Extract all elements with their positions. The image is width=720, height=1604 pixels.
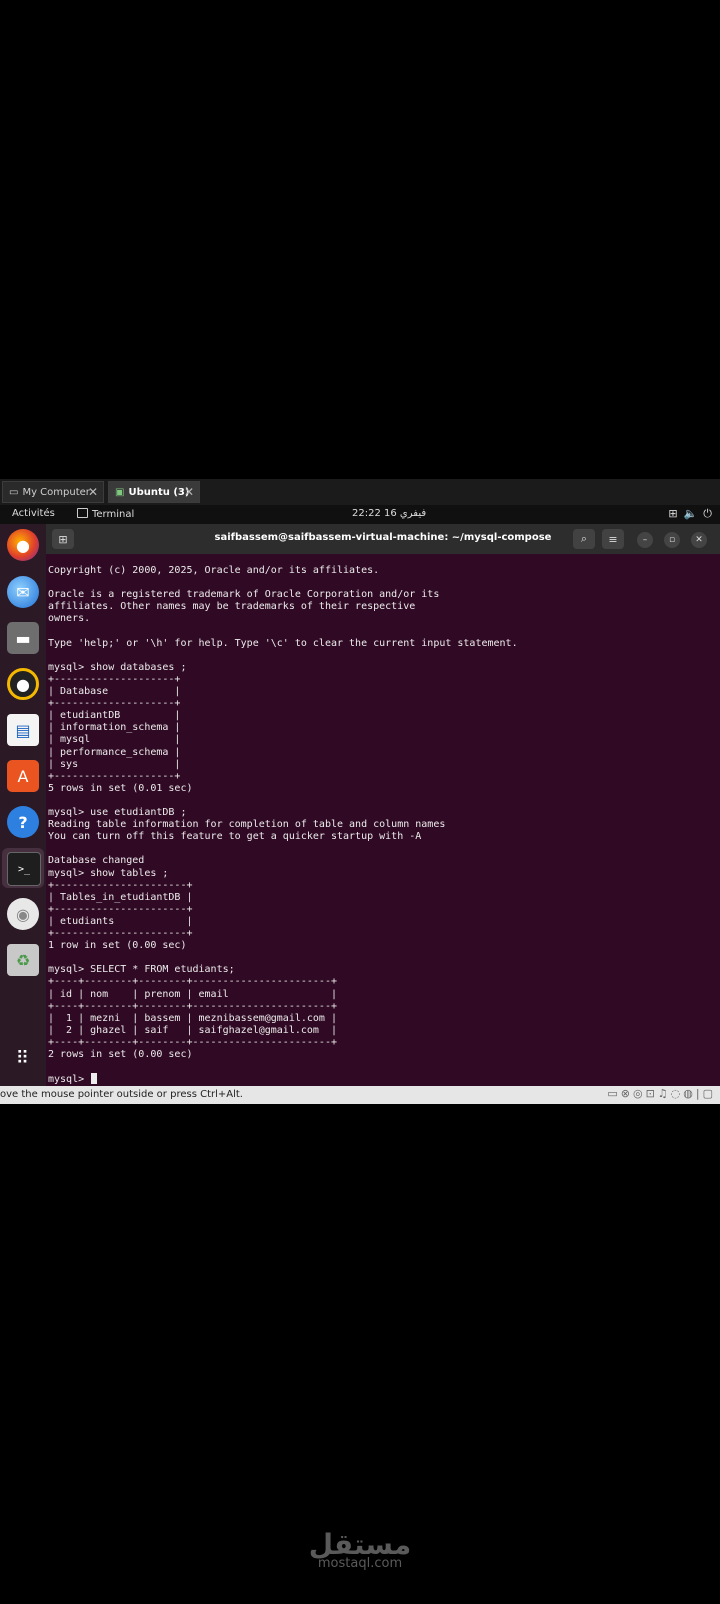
terminal-line: +--------------------+ xyxy=(48,770,181,782)
terminal-line: +----------------------+ xyxy=(48,879,193,891)
terminal-line: +----------------------+ xyxy=(48,903,193,915)
thunderbird-icon[interactable]: ✉ xyxy=(7,576,39,608)
terminal-line: +----------------------+ xyxy=(48,928,193,939)
app-menu[interactable]: Terminal xyxy=(77,508,134,520)
message-log-icon: ▢ xyxy=(702,1087,716,1100)
firefox-icon[interactable]: ● xyxy=(7,529,39,561)
vm-tab-bar: ▭ My Computer ✕ ▣ Ubuntu (3) ✕ xyxy=(0,479,720,505)
rhythmbox-icon[interactable]: ● xyxy=(7,668,39,700)
terminal-line: mysql> show databases ; xyxy=(48,661,187,673)
network-adapter-icon: ⊗ xyxy=(620,1087,633,1100)
volume-icon: 🔈 xyxy=(683,507,704,520)
terminal-line: | sys | xyxy=(48,758,181,770)
terminal-line: | 1 | mezni | bassem | meznibassem@gmail… xyxy=(48,1012,337,1024)
gnome-top-bar: Activités Terminal 22:22 فيفري 16 ⊞🔈⏻ xyxy=(0,505,720,524)
text-cursor xyxy=(91,1073,98,1085)
app-center-icon[interactable]: A xyxy=(7,760,39,792)
minimize-button[interactable]: – xyxy=(637,532,653,548)
activities-button[interactable]: Activités xyxy=(12,508,55,519)
cd-icon: ◎ xyxy=(632,1087,646,1100)
terminal-line: +----+--------+--------+----------------… xyxy=(48,1036,337,1048)
terminal-line: 5 rows in set (0.01 sec) xyxy=(48,782,193,794)
network-icon: ⊞ xyxy=(668,507,684,520)
monitor-icon: ▭ xyxy=(9,486,19,498)
power-icon: ⏻ xyxy=(703,507,718,520)
tab-label: My Computer xyxy=(22,486,90,498)
terminal-line: mysql> SELECT * FROM etudiants; xyxy=(48,964,235,976)
terminal-line: | etudiantDB | xyxy=(48,710,181,722)
terminal-output[interactable]: Copyright (c) 2000, 2025, Oracle and/or … xyxy=(46,554,720,1086)
terminal-line: Reading table information for completion… xyxy=(48,819,446,831)
usb-icon: ⊡ xyxy=(645,1087,658,1100)
terminal-line: 2 rows in set (0.00 sec) xyxy=(48,1049,193,1060)
vm-status-bar: ove the mouse pointer outside or press C… xyxy=(0,1086,720,1104)
menu-button[interactable]: ≡ xyxy=(602,529,624,549)
terminal-line: owners. xyxy=(48,613,91,625)
terminal-line: Oracle is a registered trademark of Orac… xyxy=(48,589,440,601)
watermark-url: mostaql.com xyxy=(317,1556,403,1571)
terminal-line: | Database | xyxy=(48,686,181,697)
search-button[interactable]: ⌕ xyxy=(573,529,595,549)
maximize-button[interactable]: ▫ xyxy=(664,532,680,548)
terminal-line: Type 'help;' or '\h' for help. Type '\c'… xyxy=(48,637,518,649)
terminal-line: | performance_schema | xyxy=(48,746,181,758)
terminal-line: 1 row in set (0.00 sec) xyxy=(48,940,187,952)
terminal-line: +--------------------+ xyxy=(48,673,181,685)
help-icon[interactable]: ? xyxy=(7,806,39,838)
dock: ● ✉ ▬ ● ▤ A ? >_ ◉ ♻ ⠿ xyxy=(0,524,46,1086)
hamburger-icon: ≡ xyxy=(608,532,618,546)
terminal-line: affiliates. Other names may be trademark… xyxy=(48,601,416,613)
terminal-line: | id | nom | prenom | email | xyxy=(48,988,337,1000)
terminal-line: mysql> use etudiantDB ; xyxy=(48,807,187,818)
files-icon[interactable]: ▬ xyxy=(7,622,39,654)
terminal-line: | 2 | ghazel | saif | saifghazel@gmail.c… xyxy=(48,1024,337,1036)
status-message: ove the mouse pointer outside or press C… xyxy=(0,1089,243,1100)
terminal-line: | Tables_in_etudiantDB | xyxy=(48,891,193,903)
disc-icon[interactable]: ◉ xyxy=(7,898,39,930)
close-icon: ✕ xyxy=(695,535,703,545)
terminal-line: | mysql | xyxy=(48,734,181,746)
printer-icon: ◌ xyxy=(670,1087,684,1100)
terminal-line: You can turn off this feature to get a q… xyxy=(48,831,422,843)
terminal-line: +----+--------+--------+----------------… xyxy=(48,1000,337,1012)
separator: | xyxy=(695,1087,703,1100)
terminal-line: mysql> xyxy=(48,1073,98,1086)
terminal-line: Copyright (c) 2000, 2025, Oracle and/or … xyxy=(48,565,380,576)
trash-icon[interactable]: ♻ xyxy=(7,944,39,976)
device-icons[interactable]: ▭⊗◎⊡♫◌◍|▢ xyxy=(607,1087,716,1100)
terminal-line: +--------------------+ xyxy=(48,698,181,710)
tab-my-computer[interactable]: ▭ My Computer ✕ xyxy=(2,481,104,503)
search-icon: ⌕ xyxy=(580,532,588,545)
system-tray[interactable]: ⊞🔈⏻ xyxy=(668,507,718,521)
vm-window: ▭ My Computer ✕ ▣ Ubuntu (3) ✕ Activités… xyxy=(0,479,720,1125)
audio-icon: ♫ xyxy=(657,1087,671,1100)
terminal-line: Database changed xyxy=(48,855,145,867)
close-button[interactable]: ✕ xyxy=(691,532,707,548)
terminal-icon xyxy=(77,508,88,518)
tab-label: Ubuntu (3) xyxy=(128,486,190,498)
terminal-line: mysql> show tables ; xyxy=(48,867,169,879)
vm-icon: ▣ xyxy=(115,486,125,498)
app-name: Terminal xyxy=(92,509,135,520)
close-icon[interactable]: ✕ xyxy=(88,485,98,499)
app-grid-icon[interactable]: ⠿ xyxy=(7,1042,39,1074)
maximize-icon: ▫ xyxy=(668,535,676,545)
terminal-line: +----+--------+--------+----------------… xyxy=(48,976,337,988)
tab-ubuntu[interactable]: ▣ Ubuntu (3) ✕ xyxy=(108,481,200,503)
clock[interactable]: 22:22 فيفري 16 xyxy=(352,508,426,519)
writer-icon[interactable]: ▤ xyxy=(7,714,39,746)
close-icon[interactable]: ✕ xyxy=(184,485,194,499)
harddisk-icon: ▭ xyxy=(607,1087,621,1100)
terminal-line: | information_schema | xyxy=(48,722,181,734)
terminal-icon[interactable]: >_ xyxy=(7,852,41,886)
terminal-header-bar: ⊞ saifbassem@saifbassem-virtual-machine:… xyxy=(46,524,720,554)
wireless-icon: ◍ xyxy=(683,1087,696,1100)
minimize-icon: – xyxy=(642,535,648,545)
terminal-line: | etudiants | xyxy=(48,915,193,927)
